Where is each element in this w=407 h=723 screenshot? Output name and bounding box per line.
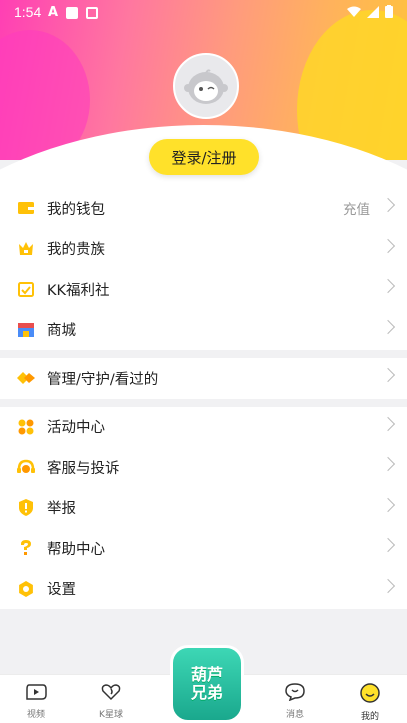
signal-icon xyxy=(367,5,379,18)
chevron-right-icon xyxy=(380,278,396,294)
menu-item-wallet[interactable]: 我的钱包 充值 xyxy=(0,188,407,229)
chevron-right-icon xyxy=(380,537,396,553)
question-icon xyxy=(17,539,35,557)
menu-item-kk-welfare[interactable]: KK福利社 xyxy=(0,269,407,310)
wallet-icon xyxy=(17,199,35,217)
menu-item-settings[interactable]: 设置 xyxy=(0,569,407,610)
heart-planet-icon xyxy=(101,684,121,701)
bottom-tab-bar: 视频 K星球 葫芦兄弟 消息 我的 xyxy=(0,645,407,723)
headset-icon xyxy=(17,458,35,476)
tab-messages[interactable]: 消息 xyxy=(265,683,325,720)
menu-item-customer-service[interactable]: 客服与投诉 xyxy=(0,447,407,488)
chevron-right-icon xyxy=(380,367,396,383)
avatar[interactable] xyxy=(173,53,239,119)
gear-icon xyxy=(17,580,35,598)
diamond-icon xyxy=(17,369,35,387)
status-time: 1:54 xyxy=(14,4,42,20)
chevron-right-icon xyxy=(380,497,396,512)
avatar-face-icon xyxy=(184,69,228,104)
menu-list: 我的钱包 充值 我的贵族 KK福利社 商城 管理/守护/看过的 活动中心 客服与… xyxy=(0,188,407,609)
menu-item-report[interactable]: 举报 xyxy=(0,488,407,529)
chevron-right-icon xyxy=(380,238,396,253)
center-promo-badge[interactable]: 葫芦兄弟 xyxy=(170,645,244,723)
chevron-right-icon xyxy=(380,319,396,334)
message-icon xyxy=(285,683,305,702)
calendar-check-icon xyxy=(17,280,35,298)
alert-shield-icon xyxy=(17,499,35,517)
menu-group-account: 我的钱包 充值 我的贵族 KK福利社 商城 xyxy=(0,188,407,350)
profile-icon xyxy=(360,683,380,703)
menu-group-manage: 管理/守护/看过的 xyxy=(0,358,407,399)
menu-item-nobility[interactable]: 我的贵族 xyxy=(0,229,407,270)
notification-a-icon: A xyxy=(48,5,59,20)
tab-k-planet[interactable]: K星球 xyxy=(81,683,141,720)
chevron-right-icon xyxy=(380,197,396,213)
chevron-right-icon xyxy=(380,416,396,431)
status-bar: 1:54 A xyxy=(0,0,407,24)
menu-group-support: 活动中心 客服与投诉 举报 帮助中心 设置 xyxy=(0,406,407,610)
a-box-icon xyxy=(86,6,99,19)
grid-dots-icon xyxy=(17,418,35,436)
app-square-icon xyxy=(66,6,79,19)
chevron-right-icon xyxy=(380,456,396,472)
store-icon xyxy=(17,321,35,339)
menu-item-activity-center[interactable]: 活动中心 xyxy=(0,407,407,448)
crown-icon xyxy=(17,240,35,258)
menu-item-store[interactable]: 商城 xyxy=(0,310,407,351)
login-register-button[interactable]: 登录/注册 xyxy=(149,139,259,175)
tab-me[interactable]: 我的 xyxy=(340,683,400,722)
menu-item-manage-guard-viewed[interactable]: 管理/守护/看过的 xyxy=(0,358,407,399)
wifi-icon xyxy=(347,6,361,17)
video-icon xyxy=(26,684,47,700)
menu-item-help-center[interactable]: 帮助中心 xyxy=(0,528,407,569)
tab-video[interactable]: 视频 xyxy=(6,683,66,720)
recharge-link[interactable]: 充值 xyxy=(343,198,370,218)
chevron-right-icon xyxy=(380,578,396,593)
battery-icon xyxy=(385,5,393,18)
